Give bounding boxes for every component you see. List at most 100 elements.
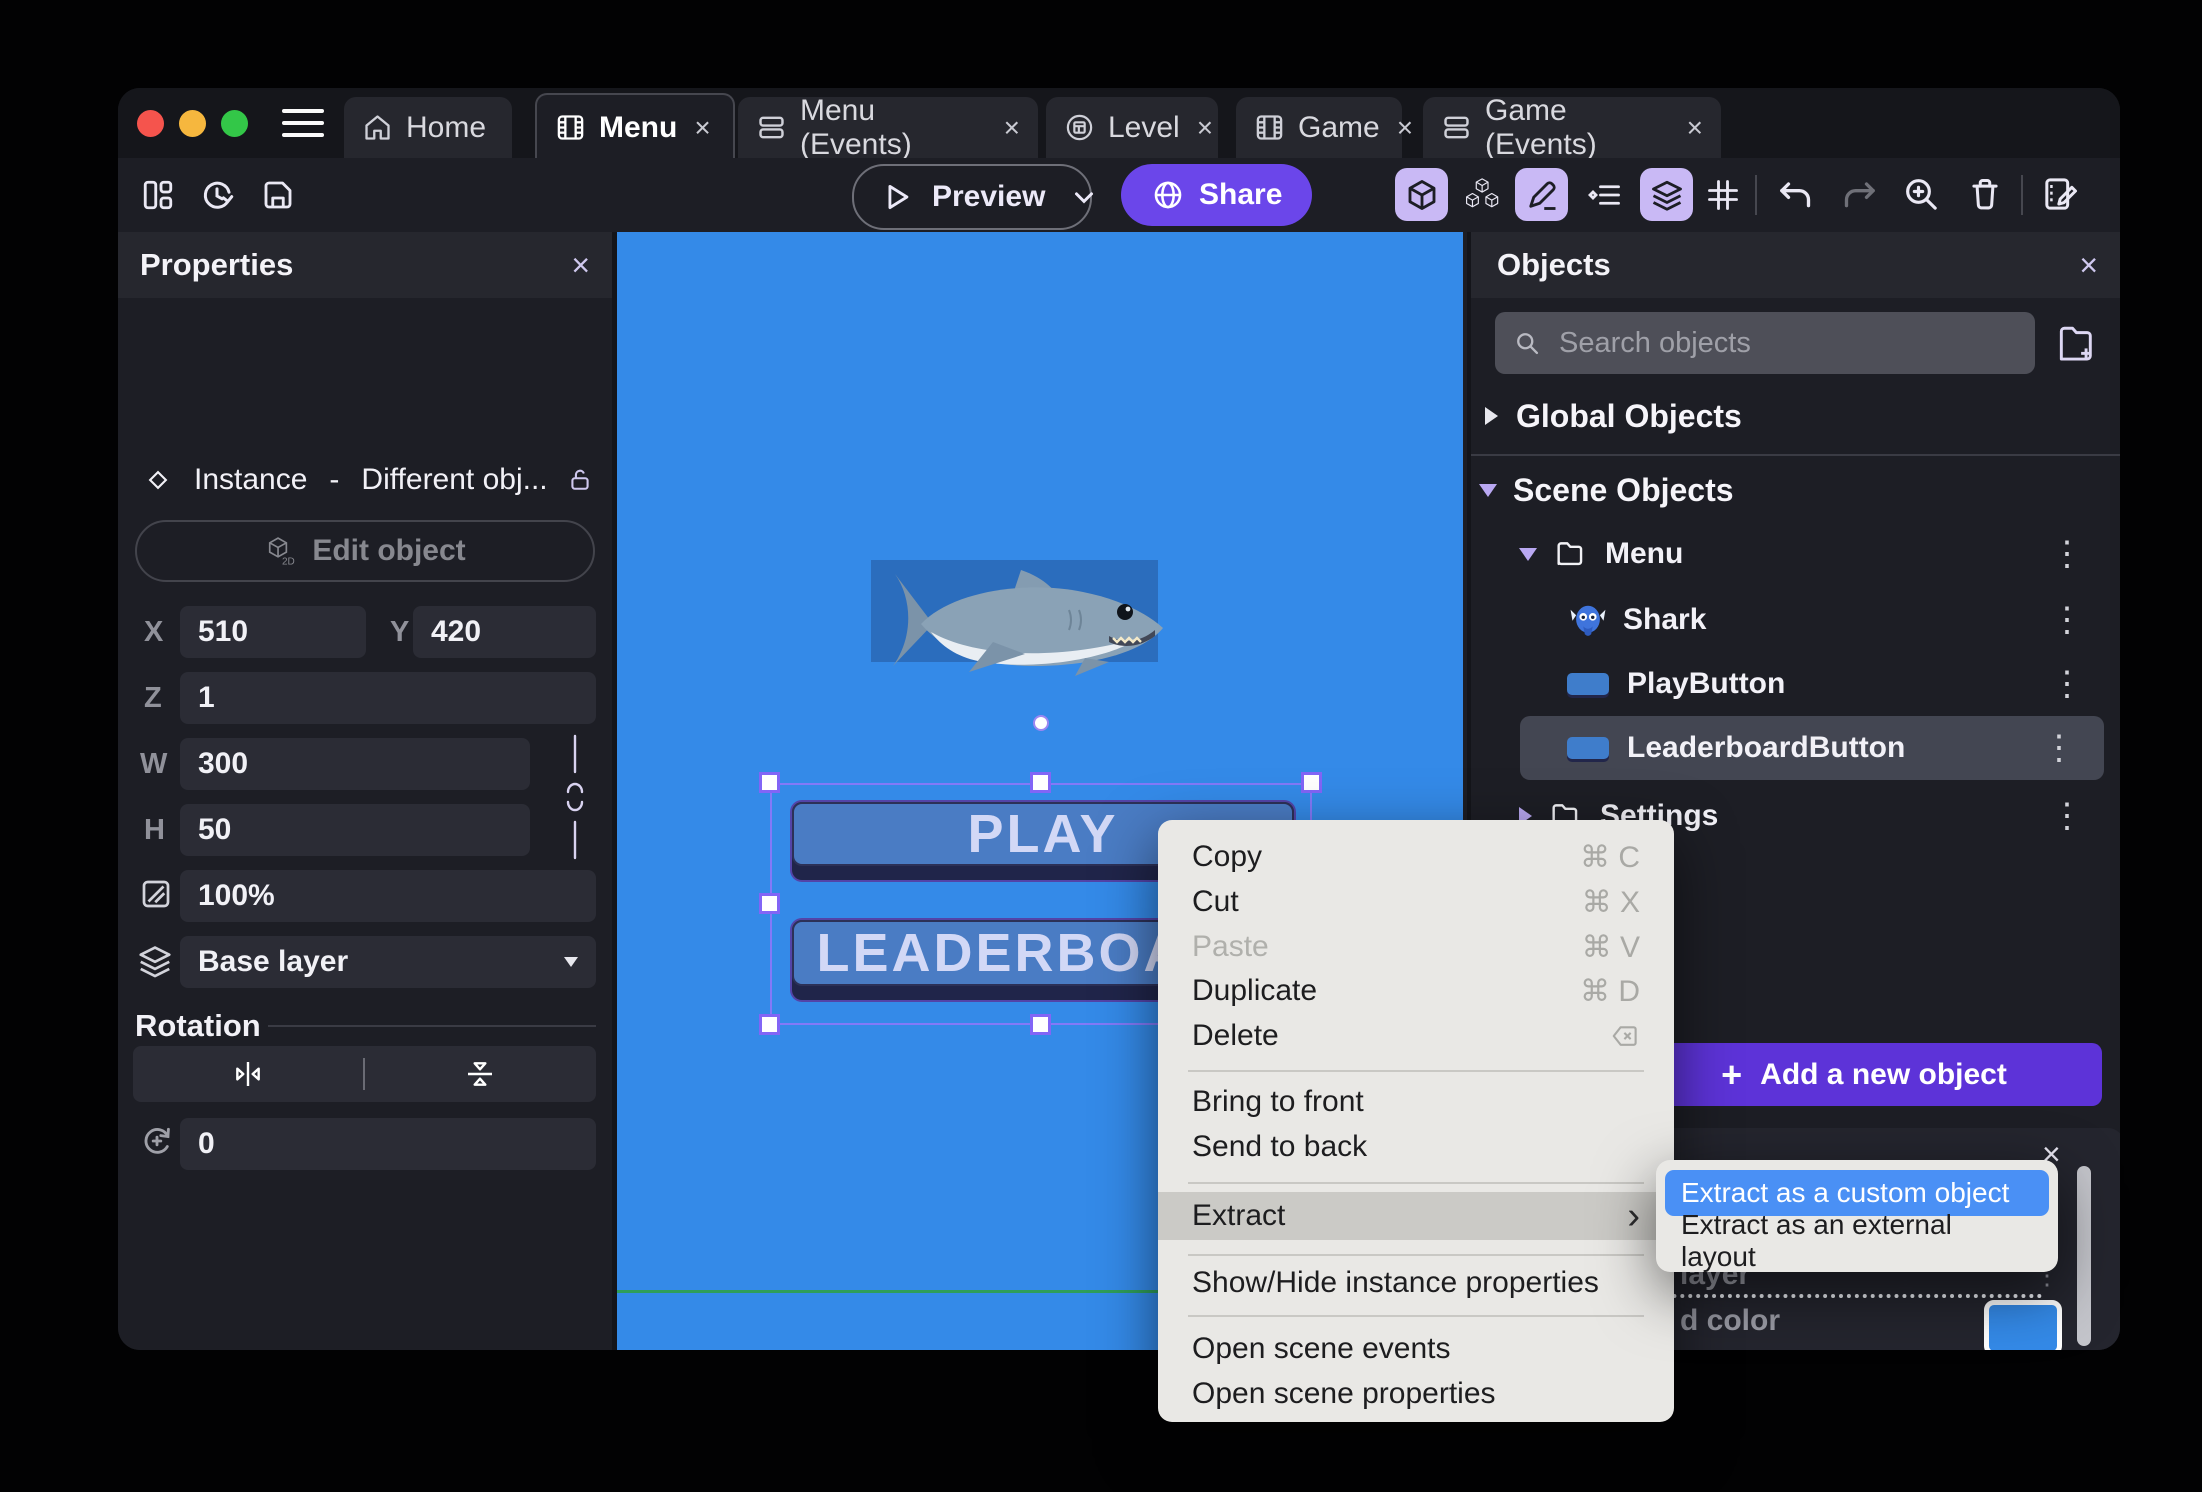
resize-handle-s[interactable] xyxy=(1030,1014,1051,1035)
menu-item-extract[interactable]: Extract › xyxy=(1158,1192,1674,1240)
kebab-menu-icon[interactable]: ⋮ xyxy=(2050,799,2084,833)
submenu-item-extract-external-layout[interactable]: Extract as an external layout xyxy=(1665,1209,2049,1272)
section-divider xyxy=(1471,454,2120,456)
search-box[interactable] xyxy=(1495,312,2035,374)
menu-item-copy[interactable]: Copy ⌘ C xyxy=(1158,834,1674,880)
preview-button[interactable]: Preview xyxy=(852,164,1094,230)
tree-row-playbutton[interactable]: PlayButton ⋮ xyxy=(1471,656,2120,712)
layers-panel-icon[interactable] xyxy=(1640,168,1693,221)
menu-item-show-hide-instance-properties[interactable]: Show/Hide instance properties xyxy=(1158,1260,1674,1306)
global-objects-section[interactable]: Global Objects xyxy=(1471,392,2120,440)
edit-object-button[interactable]: 2D Edit object xyxy=(135,520,595,582)
close-icon[interactable]: × xyxy=(2079,247,2098,284)
flip-vertical-button[interactable] xyxy=(365,1058,595,1090)
tab-menu[interactable]: Menu × xyxy=(535,93,735,160)
menu-item-duplicate[interactable]: Duplicate ⌘ D xyxy=(1158,968,1674,1014)
hamburger-menu-icon[interactable] xyxy=(282,109,324,137)
rotate-handle[interactable] xyxy=(1033,715,1049,731)
tab-game[interactable]: Game × xyxy=(1236,97,1413,158)
scrollbar-thumb[interactable] xyxy=(2077,1166,2091,1346)
instances-list-icon[interactable] xyxy=(1580,168,1630,221)
shortcut-label: ⌘ V xyxy=(1581,930,1640,964)
share-button[interactable]: Share xyxy=(1121,164,1313,226)
zoom-in-icon[interactable] xyxy=(1898,171,1944,217)
tree-row-leaderboardbutton-selected[interactable]: LeaderboardButton ⋮ xyxy=(1520,716,2104,780)
chevron-down-icon xyxy=(1069,182,1099,212)
edit-scene-notes-icon[interactable] xyxy=(2038,171,2084,217)
shortcut-label: ⌘ X xyxy=(1581,885,1640,919)
tab-game-events[interactable]: Game (Events) × xyxy=(1423,94,1721,161)
opacity-input[interactable] xyxy=(180,870,596,922)
traffic-minimize-button[interactable] xyxy=(179,110,206,137)
shark-sprite[interactable] xyxy=(867,566,1179,676)
share-label: Share xyxy=(1199,178,1283,211)
tree-row-shark[interactable]: Shark ⋮ xyxy=(1471,592,2120,648)
menu-item-send-to-back[interactable]: Send to back xyxy=(1158,1124,1674,1170)
add-folder-icon[interactable] xyxy=(2054,320,2098,364)
events-sheet-icon xyxy=(756,112,787,143)
button-object-icon xyxy=(1567,673,1609,695)
tree-item-label: PlayButton xyxy=(1627,667,1786,700)
menu-item-open-scene-events[interactable]: Open scene events xyxy=(1158,1326,1674,1372)
instances-icon[interactable] xyxy=(1455,168,1508,221)
h-input[interactable] xyxy=(180,804,530,856)
flip-horizontal-button[interactable] xyxy=(133,1058,363,1090)
menu-item-label: Paste xyxy=(1192,930,1269,963)
edit-mode-pencil-icon[interactable] xyxy=(1515,168,1568,221)
save-icon[interactable] xyxy=(260,177,296,213)
traffic-zoom-button[interactable] xyxy=(221,110,248,137)
kebab-menu-icon[interactable]: ⋮ xyxy=(2050,603,2084,637)
objects-3d-view-icon[interactable] xyxy=(1395,168,1448,221)
resize-handle-ne[interactable] xyxy=(1301,772,1322,793)
menu-item-bring-to-front[interactable]: Bring to front xyxy=(1158,1079,1674,1125)
tree-row-menu-folder[interactable]: Menu ⋮ xyxy=(1471,526,2120,582)
layer-icon xyxy=(136,942,174,980)
tab-menu-events[interactable]: Menu (Events) × xyxy=(738,94,1038,161)
search-objects-input[interactable] xyxy=(1557,325,2017,361)
unlock-icon[interactable] xyxy=(566,466,594,494)
tab-level[interactable]: Level × xyxy=(1046,97,1218,158)
tab-home[interactable]: Home xyxy=(344,97,512,158)
resize-handle-sw[interactable] xyxy=(759,1014,780,1035)
grid-icon[interactable] xyxy=(1698,168,1748,221)
menu-item-delete[interactable]: Delete xyxy=(1158,1013,1674,1059)
menu-item-cut[interactable]: Cut ⌘ X xyxy=(1158,879,1674,925)
menu-item-open-scene-properties[interactable]: Open scene properties xyxy=(1158,1371,1674,1417)
traffic-close-button[interactable] xyxy=(137,110,164,137)
layer-select[interactable]: Base layer xyxy=(180,936,596,988)
objects-panel-header: Objects × xyxy=(1471,232,2120,298)
redo-icon[interactable] xyxy=(1836,171,1882,217)
kebab-menu-icon[interactable]: ⋮ xyxy=(2050,667,2084,701)
kebab-menu-icon[interactable]: ⋮ xyxy=(2042,731,2076,765)
layout-panels-icon[interactable] xyxy=(140,177,176,213)
scene-icon xyxy=(1254,112,1285,143)
scene-icon xyxy=(555,112,586,143)
resize-handle-w[interactable] xyxy=(759,893,780,914)
w-input[interactable] xyxy=(180,738,530,790)
y-input[interactable] xyxy=(413,606,596,658)
play-preview-icon xyxy=(880,180,914,214)
x-input[interactable] xyxy=(180,606,366,658)
close-icon[interactable]: × xyxy=(1397,113,1413,142)
history-icon[interactable] xyxy=(198,177,236,215)
close-icon[interactable]: × xyxy=(1197,113,1213,142)
link-dimensions-icon[interactable] xyxy=(562,734,588,860)
rotation-input[interactable] xyxy=(180,1118,596,1170)
close-icon[interactable]: × xyxy=(1687,113,1703,142)
instance-label: Instance xyxy=(194,463,308,496)
kebab-menu-icon[interactable]: ⋮ xyxy=(2050,537,2084,571)
submenu-item-label: Extract as a custom object xyxy=(1681,1177,2010,1208)
z-input[interactable] xyxy=(180,672,596,724)
undo-icon[interactable] xyxy=(1773,171,1819,217)
resize-handle-n[interactable] xyxy=(1030,772,1051,793)
menu-item-label: Extract xyxy=(1192,1199,1286,1232)
close-icon[interactable]: × xyxy=(694,113,710,142)
close-icon[interactable]: × xyxy=(1004,113,1020,142)
background-color-swatch[interactable] xyxy=(1984,1300,2062,1350)
preview-dropdown-button[interactable] xyxy=(1055,166,1113,228)
close-icon[interactable]: × xyxy=(571,247,590,284)
trash-icon[interactable] xyxy=(1963,171,2007,217)
resize-handle-nw[interactable] xyxy=(759,772,780,793)
scene-objects-section[interactable]: Scene Objects xyxy=(1471,466,2120,514)
extract-submenu: Extract as a custom object Extract as an… xyxy=(1656,1160,2058,1272)
